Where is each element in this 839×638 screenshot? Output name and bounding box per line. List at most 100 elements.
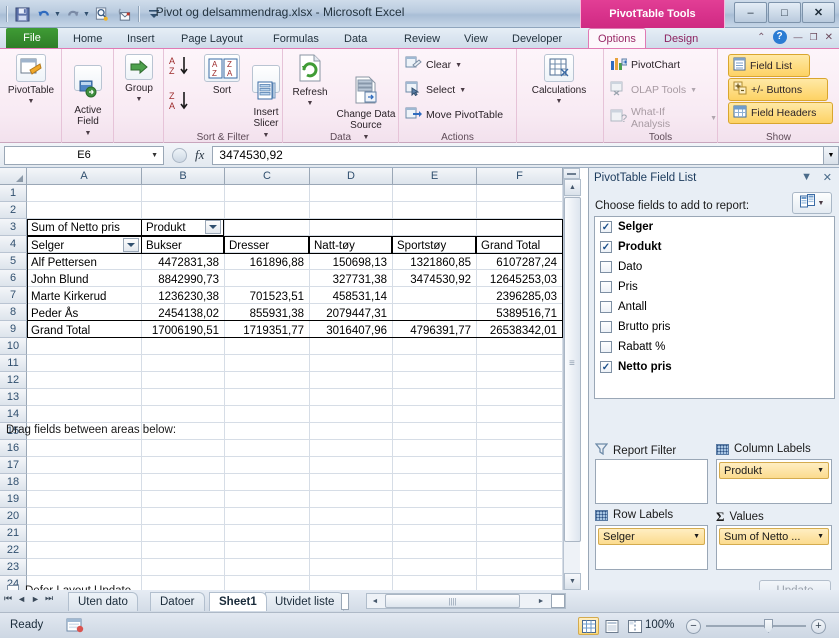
row-header[interactable]: 22 (0, 542, 27, 559)
field-checkbox[interactable] (600, 261, 612, 273)
formula-bar-buttons[interactable]: fx (172, 147, 204, 163)
select-all-corner[interactable] (0, 168, 27, 185)
tab-options[interactable]: Options (588, 28, 646, 49)
row-header[interactable]: 17 (0, 457, 27, 474)
restore-button[interactable]: □ (768, 2, 801, 23)
prev-sheet-icon[interactable]: ◄ (17, 594, 26, 604)
cell-e9[interactable]: 4796391,77 (392, 322, 474, 339)
sheet-tab-sheet1[interactable]: Sheet1 (209, 592, 267, 611)
window-controls[interactable]: – □ ✕ (734, 2, 835, 23)
cell-d9[interactable]: 3016407,96 (309, 322, 390, 339)
cell-a8[interactable]: Peder Ås (28, 305, 141, 322)
column-header-f[interactable]: F (477, 168, 563, 185)
tab-review[interactable]: Review (395, 29, 449, 48)
sort-az-button[interactable]: AZ (166, 54, 192, 81)
cell-a6[interactable]: John Blund (28, 271, 141, 288)
plus-minus-buttons-toggle[interactable]: +/- Buttons (728, 78, 828, 101)
record-macro-icon[interactable] (66, 617, 84, 633)
spreadsheet-grid[interactable]: A B C D E F 1 2 3 4 5 6 7 8 9 10 11 12 1… (0, 168, 588, 593)
refresh-button[interactable]: Refresh ▼ (286, 52, 334, 109)
group-caret-icon[interactable]: ▼ (116, 94, 162, 105)
ribbon-help-controls[interactable]: ⌃ ? — ❐ ✕ (757, 30, 833, 44)
field-checkbox[interactable] (600, 341, 612, 353)
row-header[interactable]: 4 (0, 236, 27, 253)
cell-e8[interactable] (392, 305, 474, 322)
scroll-up-arrow-icon[interactable]: ▲ (564, 179, 581, 196)
row-header[interactable]: 12 (0, 372, 27, 389)
cell-c4[interactable]: Dresser (226, 237, 309, 254)
vertical-scroll-thumb[interactable] (564, 197, 581, 542)
pivottable-button[interactable]: PivotTable ▼ (3, 52, 59, 107)
zoom-slider[interactable]: − + (686, 618, 826, 634)
tab-page-layout[interactable]: Page Layout (172, 29, 252, 48)
field-list-view-button[interactable]: ▼ (792, 192, 832, 214)
sheet-tab-utvidet-liste[interactable]: Utvidet liste (265, 592, 345, 611)
scroll-down-arrow-icon[interactable]: ▼ (564, 573, 581, 590)
row-header[interactable]: 20 (0, 508, 27, 525)
select-button[interactable]: Select ▼ (405, 81, 466, 99)
sheet-tab-uten-dato[interactable]: Uten dato (68, 592, 138, 611)
name-box[interactable]: E6 ▼ (4, 145, 164, 165)
page-break-view-icon[interactable] (624, 617, 645, 635)
tab-home[interactable]: Home (64, 29, 111, 48)
column-labels-drop-area[interactable]: Produkt ▼ (716, 459, 832, 504)
sort-za-button[interactable]: ZA (166, 89, 192, 116)
cell-c7[interactable]: 701523,51 (224, 288, 307, 305)
cell-c5[interactable]: 161896,88 (224, 254, 307, 271)
clear-caret-icon[interactable]: ▼ (455, 62, 462, 69)
sort-button[interactable]: AZZA Sort (197, 52, 247, 96)
clear-button[interactable]: Clear ▼ (405, 56, 462, 74)
help-icon[interactable]: ? (772, 30, 787, 44)
cell-f9[interactable]: 26538342,01 (476, 322, 560, 339)
field-checkbox-list[interactable]: ✓ Selger ✓ Produkt Dato Pris Antall Brut… (594, 216, 835, 399)
pivotchart-button[interactable]: PivotChart (610, 56, 680, 74)
cell-b4[interactable]: Bukser (143, 237, 224, 254)
name-box-dropdown-icon[interactable]: ▼ (151, 152, 158, 159)
column-headers[interactable]: A B C D E F (0, 168, 588, 185)
row-header[interactable]: 9 (0, 321, 27, 338)
first-sheet-icon[interactable]: ⏮ (4, 593, 12, 604)
cell-d8[interactable]: 2079447,31 (309, 305, 390, 322)
row-field-filter-button[interactable] (123, 238, 139, 252)
field-item-netto-pris[interactable]: ✓ Netto pris (595, 357, 834, 377)
field-chip-sum-of-netto[interactable]: Sum of Netto ... ▼ (719, 528, 829, 545)
cell-e5[interactable]: 1321860,85 (392, 254, 474, 271)
cell-d4[interactable]: Natt-tøy (311, 237, 392, 254)
field-item-produkt[interactable]: ✓ Produkt (595, 237, 834, 257)
row-header[interactable]: 10 (0, 338, 27, 355)
field-list-toggle[interactable]: Field List (728, 54, 810, 77)
cell-f5[interactable]: 6107287,24 (476, 254, 560, 271)
cell-d6[interactable]: 327731,38 (309, 271, 390, 288)
active-field-caret-icon[interactable]: ▼ (85, 130, 92, 137)
grid-cells[interactable]: Sum of Netto pris Produkt Selger Bukser … (27, 185, 573, 590)
cell-e6[interactable]: 3474530,92 (392, 271, 474, 288)
what-if-analysis-button[interactable]: ? What-If Analysis ▼ (610, 106, 717, 130)
row-header[interactable]: 6 (0, 270, 27, 287)
row-header[interactable]: 1 (0, 185, 27, 202)
zoom-level-label[interactable]: 100% (645, 619, 674, 631)
zoom-in-button[interactable]: + (811, 618, 826, 634)
pivottable-caret-icon[interactable]: ▼ (3, 96, 59, 107)
field-checkbox[interactable]: ✓ (600, 221, 612, 233)
olap-tools-button[interactable]: OLAP Tools ▼ (610, 81, 697, 99)
cell-d7[interactable]: 458531,14 (309, 288, 390, 305)
row-header[interactable]: 13 (0, 389, 27, 406)
view-mode-buttons[interactable] (578, 617, 645, 635)
field-item-rabatt[interactable]: Rabatt % (595, 337, 834, 357)
row-headers[interactable]: 1 2 3 4 5 6 7 8 9 10 11 12 13 14 15 16 1… (0, 185, 27, 593)
olap-tools-caret-icon[interactable]: ▼ (690, 87, 697, 94)
tab-view[interactable]: View (455, 29, 497, 48)
select-caret-icon[interactable]: ▼ (459, 87, 466, 94)
column-header-d[interactable]: D (310, 168, 393, 185)
cell-b7[interactable]: 1236230,38 (141, 288, 222, 305)
minimize-button[interactable]: – (734, 2, 767, 23)
column-header-c[interactable]: C (225, 168, 310, 185)
cancel-formula-icon[interactable] (172, 147, 187, 163)
row-header[interactable]: 19 (0, 491, 27, 508)
field-chip-caret-icon[interactable]: ▼ (693, 533, 700, 540)
group-button[interactable]: Group ▼ (116, 52, 162, 105)
grid-horizontal-scrollbar[interactable]: ◄ |||| ► (366, 593, 566, 609)
field-checkbox[interactable]: ✓ (600, 241, 612, 253)
cell-b5[interactable]: 4472831,38 (141, 254, 222, 271)
window-close-icon[interactable]: ✕ (825, 32, 833, 43)
